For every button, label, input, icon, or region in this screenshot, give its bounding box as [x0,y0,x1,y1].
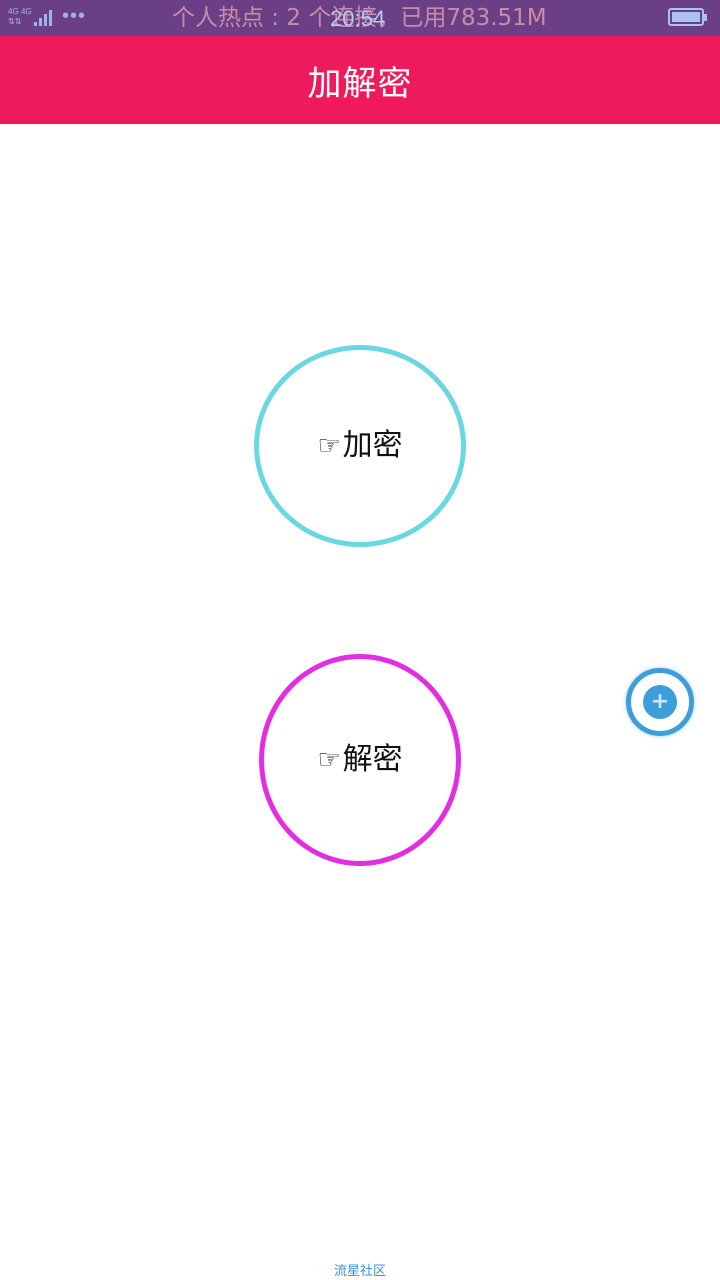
pointing-hand-icon: ☞ [317,745,341,775]
encrypt-button[interactable]: ☞ 加密 [254,345,466,547]
plus-icon: + [643,685,677,719]
more-dots-icon: ••• [62,5,87,27]
footer-text: 流星社区 [333,1264,386,1279]
clock: 20:54 [330,6,386,31]
data-arrows-icon: ⇅⇅ [8,17,22,26]
page-title: 加解密 [307,63,413,104]
decrypt-label: 解密 [342,742,403,777]
signal-bars [34,8,52,26]
network-label-2: 4G [21,7,32,16]
screen: 4G 4G ⇅⇅ ••• 个人热点 : 2 个连接，已用783.51M 20:5… [0,0,720,1280]
encrypt-label: 加密 [342,428,403,463]
status-bar: 4G 4G ⇅⇅ ••• 个人热点 : 2 个连接，已用783.51M 20:5… [0,0,720,36]
app-bar: 加解密 [0,36,720,124]
signal-icon: 4G 4G ⇅⇅ [8,6,54,28]
network-label-1: 4G [8,7,19,16]
decrypt-button[interactable]: ☞ 解密 [259,654,461,866]
pointing-hand-icon: ☞ [317,431,341,461]
floating-action-button[interactable]: + [626,668,694,736]
battery-full-icon [668,8,707,26]
